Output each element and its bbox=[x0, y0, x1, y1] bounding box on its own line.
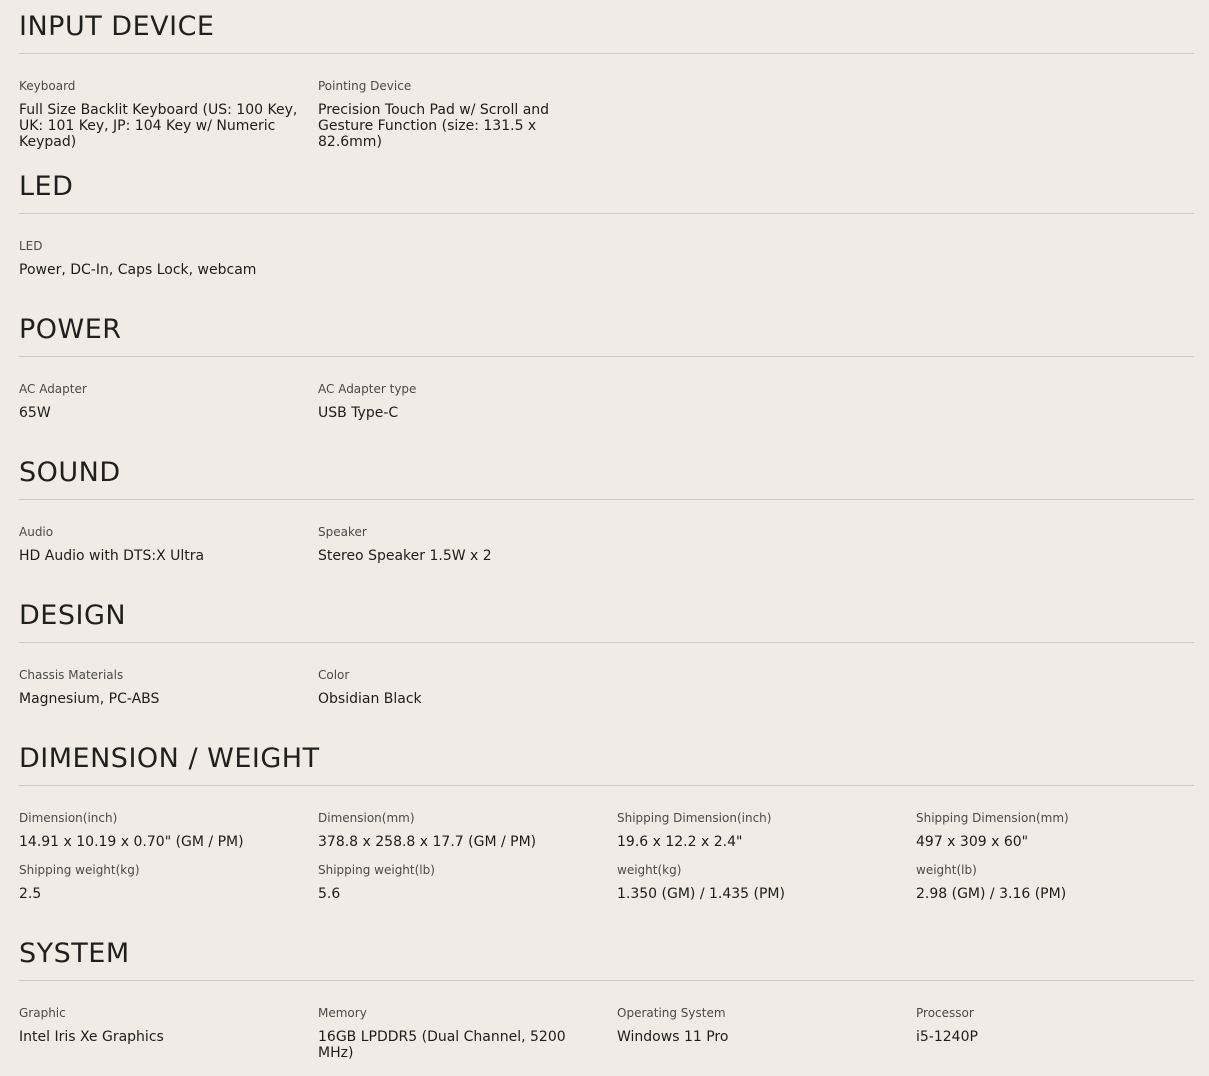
section-design: DESIGN Chassis Materials Magnesium, PC-A… bbox=[19, 600, 1194, 707]
spec-keyboard: Keyboard Full Size Backlit Keyboard (US:… bbox=[19, 79, 299, 150]
spec-label: Shipping Dimension(mm) bbox=[916, 811, 1069, 825]
section-sound: SOUND Audio HD Audio with DTS:X Ultra Sp… bbox=[19, 457, 1194, 564]
spec-value: Intel Iris Xe Graphics bbox=[19, 1029, 164, 1045]
spec-value: Full Size Backlit Keyboard (US: 100 Key,… bbox=[19, 102, 298, 150]
spec-pointing-device: Pointing Device Precision Touch Pad w/ S… bbox=[318, 79, 598, 150]
spec-label: Keyboard bbox=[19, 79, 76, 93]
section-divider bbox=[19, 213, 1194, 214]
spec-value: 2.5 bbox=[19, 886, 42, 902]
spec-label: AC Adapter bbox=[19, 382, 87, 396]
section-title: SOUND bbox=[19, 457, 121, 488]
spec-value: HD Audio with DTS:X Ultra bbox=[19, 548, 205, 564]
section-system: SYSTEM Graphic Intel Iris Xe Graphics Me… bbox=[19, 938, 1194, 1061]
spec-label: Operating System bbox=[617, 1006, 726, 1020]
spec-label: Speaker bbox=[318, 525, 367, 539]
spec-label: Pointing Device bbox=[318, 79, 412, 93]
spec-value: 5.6 bbox=[318, 886, 341, 902]
spec-label: Shipping weight(kg) bbox=[19, 863, 140, 877]
section-led: LED LED Power, DC-In, Caps Lock, webcam bbox=[19, 171, 1194, 278]
spec-speaker: Speaker Stereo Speaker 1.5W x 2 bbox=[318, 525, 598, 564]
spec-dimension-mm: Dimension(mm) 378.8 x 258.8 x 17.7 (GM /… bbox=[318, 811, 598, 850]
spec-label: AC Adapter type bbox=[318, 382, 417, 396]
spec-label: Graphic bbox=[19, 1006, 66, 1020]
spec-processor: Processor i5-1240P bbox=[916, 1006, 1196, 1045]
section-title: LED bbox=[19, 171, 74, 202]
spec-color: Color Obsidian Black bbox=[318, 668, 598, 707]
spec-label: Memory bbox=[318, 1006, 367, 1020]
section-title: INPUT DEVICE bbox=[19, 11, 215, 42]
spec-value: i5-1240P bbox=[916, 1029, 978, 1045]
spec-value: 497 x 309 x 60" bbox=[916, 834, 1029, 850]
spec-graphic: Graphic Intel Iris Xe Graphics bbox=[19, 1006, 299, 1045]
spec-value: 1.350 (GM) / 1.435 (PM) bbox=[617, 886, 785, 902]
section-title: POWER bbox=[19, 314, 122, 345]
spec-value: 14.91 x 10.19 x 0.70" (GM / PM) bbox=[19, 834, 244, 850]
spec-shipping-dimension-mm: Shipping Dimension(mm) 497 x 309 x 60" bbox=[916, 811, 1196, 850]
spec-ac-adapter: AC Adapter 65W bbox=[19, 382, 299, 421]
spec-value: 2.98 (GM) / 3.16 (PM) bbox=[916, 886, 1067, 902]
section-divider bbox=[19, 499, 1194, 500]
spec-ac-adapter-type: AC Adapter type USB Type-C bbox=[318, 382, 598, 421]
section-title: SYSTEM bbox=[19, 938, 130, 969]
spec-led: LED Power, DC-In, Caps Lock, webcam bbox=[19, 239, 299, 278]
spec-weight-lb: weight(lb) 2.98 (GM) / 3.16 (PM) bbox=[916, 863, 1196, 902]
section-title: DIMENSION / WEIGHT bbox=[19, 743, 320, 774]
spec-value: Precision Touch Pad w/ Scroll and Gestur… bbox=[318, 102, 550, 150]
spec-label: Shipping Dimension(inch) bbox=[617, 811, 772, 825]
spec-weight-kg: weight(kg) 1.350 (GM) / 1.435 (PM) bbox=[617, 863, 897, 902]
section-divider bbox=[19, 785, 1194, 786]
spec-shipping-weight-lb: Shipping weight(lb) 5.6 bbox=[318, 863, 598, 902]
spec-label: Dimension(inch) bbox=[19, 811, 118, 825]
spec-label: Color bbox=[318, 668, 350, 682]
spec-value: Windows 11 Pro bbox=[617, 1029, 729, 1045]
spec-label: weight(kg) bbox=[617, 863, 682, 877]
section-title: DESIGN bbox=[19, 600, 127, 631]
spec-value: 378.8 x 258.8 x 17.7 (GM / PM) bbox=[318, 834, 537, 850]
spec-dimension-inch: Dimension(inch) 14.91 x 10.19 x 0.70" (G… bbox=[19, 811, 299, 850]
spec-value: 16GB LPDDR5 (Dual Channel, 5200 MHz) bbox=[318, 1029, 566, 1061]
spec-label: Chassis Materials bbox=[19, 668, 124, 682]
spec-label: Shipping weight(lb) bbox=[318, 863, 435, 877]
spec-label: LED bbox=[19, 239, 43, 253]
section-divider bbox=[19, 980, 1194, 981]
spec-label: Processor bbox=[916, 1006, 974, 1020]
spec-value: Magnesium, PC-ABS bbox=[19, 691, 160, 707]
section-divider bbox=[19, 356, 1194, 357]
spec-value: Stereo Speaker 1.5W x 2 bbox=[318, 548, 492, 564]
spec-value: Power, DC-In, Caps Lock, webcam bbox=[19, 262, 257, 278]
spec-shipping-dimension-inch: Shipping Dimension(inch) 19.6 x 12.2 x 2… bbox=[617, 811, 897, 850]
spec-audio: Audio HD Audio with DTS:X Ultra bbox=[19, 525, 299, 564]
spec-value: 19.6 x 12.2 x 2.4" bbox=[617, 834, 743, 850]
spec-shipping-weight-kg: Shipping weight(kg) 2.5 bbox=[19, 863, 299, 902]
section-dimension-weight: DIMENSION / WEIGHT Dimension(inch) 14.91… bbox=[19, 743, 1194, 902]
spec-value: Obsidian Black bbox=[318, 691, 422, 707]
section-divider bbox=[19, 53, 1194, 54]
spec-label: weight(lb) bbox=[916, 863, 977, 877]
section-power: POWER AC Adapter 65W AC Adapter type USB… bbox=[19, 314, 1194, 421]
spec-label: Audio bbox=[19, 525, 54, 539]
spec-value: USB Type-C bbox=[318, 405, 399, 421]
section-input-device: INPUT DEVICE Keyboard Full Size Backlit … bbox=[19, 11, 1194, 150]
spec-value: 65W bbox=[19, 405, 51, 421]
spec-label: Dimension(mm) bbox=[318, 811, 415, 825]
spec-memory: Memory 16GB LPDDR5 (Dual Channel, 5200 M… bbox=[318, 1006, 598, 1061]
spec-operating-system: Operating System Windows 11 Pro bbox=[617, 1006, 897, 1045]
spec-chassis-materials: Chassis Materials Magnesium, PC-ABS bbox=[19, 668, 299, 707]
section-divider bbox=[19, 642, 1194, 643]
